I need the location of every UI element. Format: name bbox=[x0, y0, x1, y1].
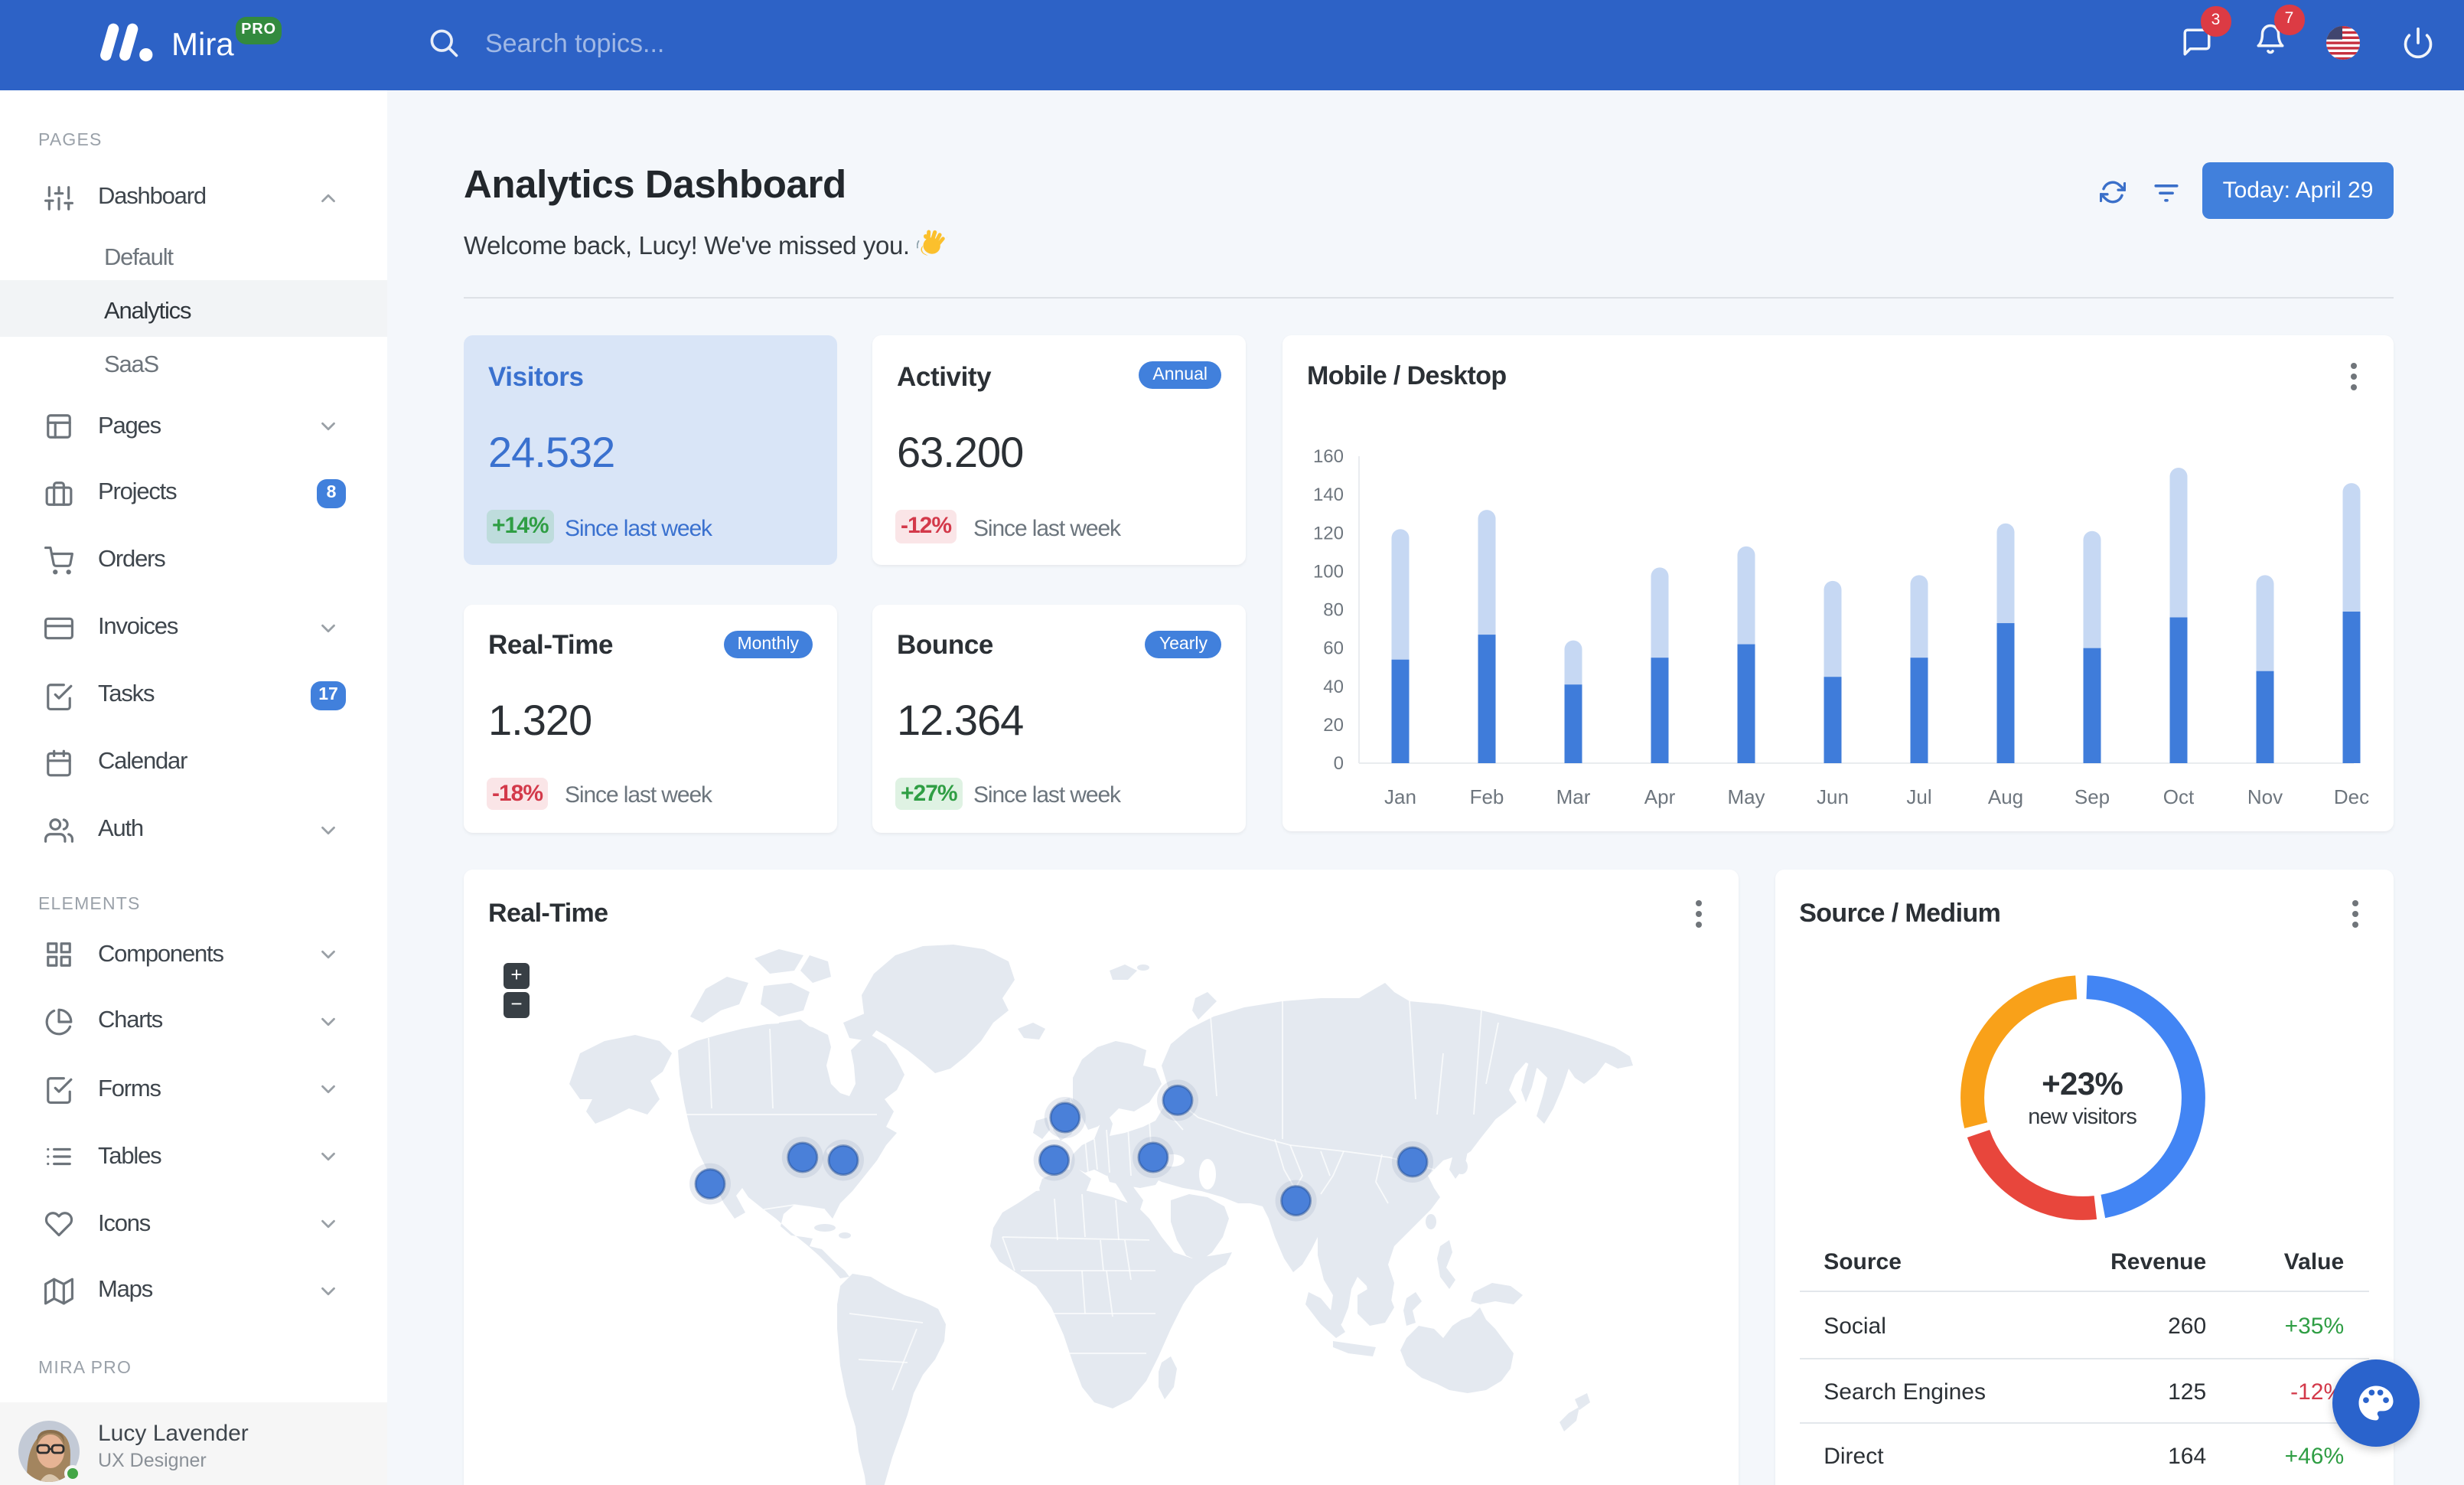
svg-text:Sep: Sep bbox=[2075, 785, 2110, 808]
svg-text:100: 100 bbox=[1313, 561, 1344, 582]
svg-text:May: May bbox=[1727, 785, 1765, 808]
svg-text:60: 60 bbox=[1323, 638, 1344, 659]
svg-text:Jul: Jul bbox=[1906, 785, 1931, 808]
svg-text:Jan: Jan bbox=[1384, 785, 1416, 808]
svg-text:Feb: Feb bbox=[1470, 785, 1504, 808]
svg-text:Aug: Aug bbox=[1988, 785, 2023, 808]
svg-text:20: 20 bbox=[1323, 715, 1344, 736]
svg-text:40: 40 bbox=[1323, 677, 1344, 697]
svg-text:Oct: Oct bbox=[2163, 785, 2195, 808]
svg-text:140: 140 bbox=[1313, 485, 1344, 505]
svg-text:Apr: Apr bbox=[1644, 785, 1676, 808]
svg-text:Nov: Nov bbox=[2247, 785, 2283, 808]
svg-text:120: 120 bbox=[1313, 523, 1344, 543]
svg-text:Dec: Dec bbox=[2334, 785, 2369, 808]
svg-text:Mar: Mar bbox=[1556, 785, 1591, 808]
svg-text:Jun: Jun bbox=[1817, 785, 1849, 808]
svg-text:0: 0 bbox=[1334, 753, 1344, 774]
svg-text:80: 80 bbox=[1323, 600, 1344, 621]
svg-text:160: 160 bbox=[1313, 446, 1344, 467]
